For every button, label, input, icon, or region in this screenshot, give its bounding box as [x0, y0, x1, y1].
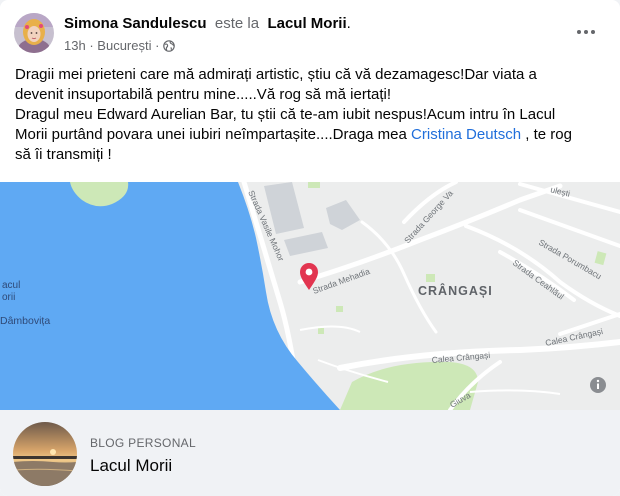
location-map[interactable]: acul orii Dâmbovița Strada Vasile Mohor …	[0, 182, 620, 410]
post-card: Simona Sandulescu este la Lacul Morii. 1…	[0, 0, 620, 496]
meta-separator: ·	[89, 38, 94, 53]
district-label: CRÂNGAȘI	[418, 283, 493, 298]
globe-icon[interactable]	[163, 39, 176, 52]
post-time[interactable]: 13h	[64, 38, 86, 53]
more-options-icon[interactable]	[570, 18, 602, 46]
post-location: București	[97, 38, 152, 53]
checkin-verb: este la	[214, 15, 260, 32]
post-text-line: Dragul meu Edward Aurelian Bar, tu știi …	[15, 106, 556, 123]
meta-separator-2: ·	[155, 38, 160, 53]
post-body: Dragii mei prieteni care mă admirați art…	[15, 65, 610, 165]
lake-label: acul	[2, 280, 20, 291]
river-label: Dâmbovița	[0, 315, 50, 327]
post-meta: 13h · București ·	[64, 38, 176, 53]
lake-label: orii	[2, 292, 15, 303]
post-text-line: Dragii mei prieteni care mă admirați art…	[15, 66, 537, 83]
post-header: Simona Sandulescu este la Lacul Morii. 1…	[0, 0, 620, 60]
info-icon[interactable]	[590, 377, 606, 393]
author-name[interactable]: Simona Sandulescu	[64, 15, 207, 32]
page-name[interactable]: Lacul Morii	[90, 456, 172, 476]
post-text-line: devenit insuportabilă pentru mine.....Vă…	[15, 86, 392, 103]
post-text-line-with-mention: Morii purtând povara unei iubiri neîmpar…	[15, 126, 572, 143]
mention-link[interactable]: Cristina Deutsch	[411, 126, 521, 143]
post-text-line: să îi transmiți !	[15, 146, 112, 163]
page-avatar[interactable]	[13, 422, 77, 486]
linked-page-card[interactable]: BLOG PERSONAL Lacul Morii	[0, 410, 620, 496]
page-category: BLOG PERSONAL	[90, 436, 196, 450]
author-avatar[interactable]	[14, 13, 54, 53]
post-title-line: Simona Sandulescu este la Lacul Morii.	[64, 15, 351, 32]
checkin-place[interactable]: Lacul Morii	[267, 15, 346, 32]
